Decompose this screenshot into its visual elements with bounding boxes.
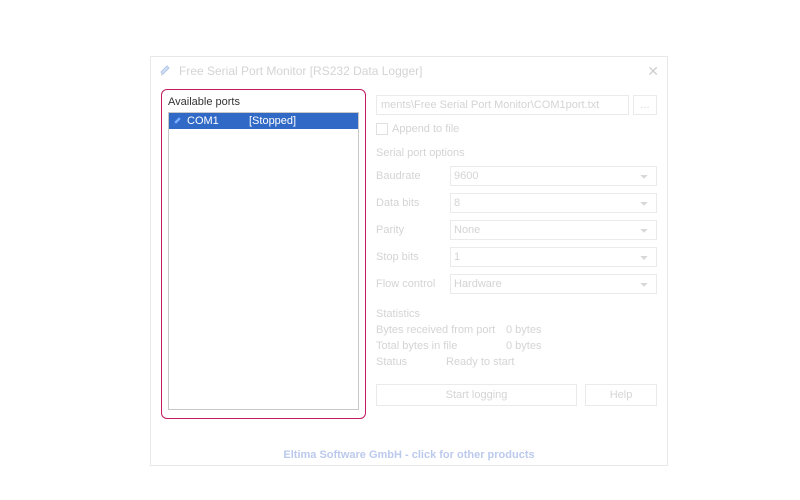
baudrate-select[interactable]: 9600 [450, 166, 657, 186]
append-to-file-label: Append to file [392, 123, 459, 135]
port-name: COM1 [187, 115, 229, 127]
flowcontrol-label: Flow control [376, 278, 442, 290]
app-window: Free Serial Port Monitor [RS232 Data Log… [150, 56, 668, 466]
close-icon[interactable]: ✕ [647, 63, 659, 80]
databits-select[interactable]: 8 [450, 193, 657, 213]
log-file-path-input[interactable] [376, 95, 629, 115]
stopbits-select[interactable]: 1 [450, 247, 657, 267]
help-button[interactable]: Help [585, 384, 657, 406]
parity-label: Parity [376, 224, 442, 236]
browse-button[interactable]: ... [633, 95, 657, 115]
bytes-received-value: 0 bytes [506, 324, 541, 336]
port-plug-icon [171, 114, 185, 128]
start-logging-button[interactable]: Start logging [376, 384, 577, 406]
available-ports-title: Available ports [168, 96, 359, 108]
databits-label: Data bits [376, 197, 442, 209]
total-bytes-label: Total bytes in file [376, 340, 506, 352]
settings-area: ... Append to file Serial port options B… [376, 95, 657, 406]
status-label: Status [376, 356, 446, 368]
status-value: Ready to start [446, 356, 514, 368]
vendor-link[interactable]: Eltima Software GmbH - click for other p… [151, 449, 667, 461]
baudrate-label: Baudrate [376, 170, 442, 182]
statistics-label: Statistics [376, 308, 657, 320]
total-bytes-value: 0 bytes [506, 340, 541, 352]
port-status: [Stopped] [249, 115, 296, 127]
serial-options-label: Serial port options [376, 147, 657, 159]
window-title: Free Serial Port Monitor [RS232 Data Log… [179, 64, 422, 78]
parity-select[interactable]: None [450, 220, 657, 240]
port-list-item[interactable]: COM1 [Stopped] [169, 113, 358, 129]
bytes-received-label: Bytes received from port [376, 324, 506, 336]
available-ports-list[interactable]: COM1 [Stopped] [168, 112, 359, 410]
stopbits-label: Stop bits [376, 251, 442, 263]
flowcontrol-select[interactable]: Hardware [450, 274, 657, 294]
app-icon [159, 64, 173, 78]
append-to-file-checkbox[interactable] [376, 123, 388, 135]
titlebar: Free Serial Port Monitor [RS232 Data Log… [151, 57, 667, 85]
available-ports-panel: Available ports COM1 [Stopped] [161, 89, 366, 419]
